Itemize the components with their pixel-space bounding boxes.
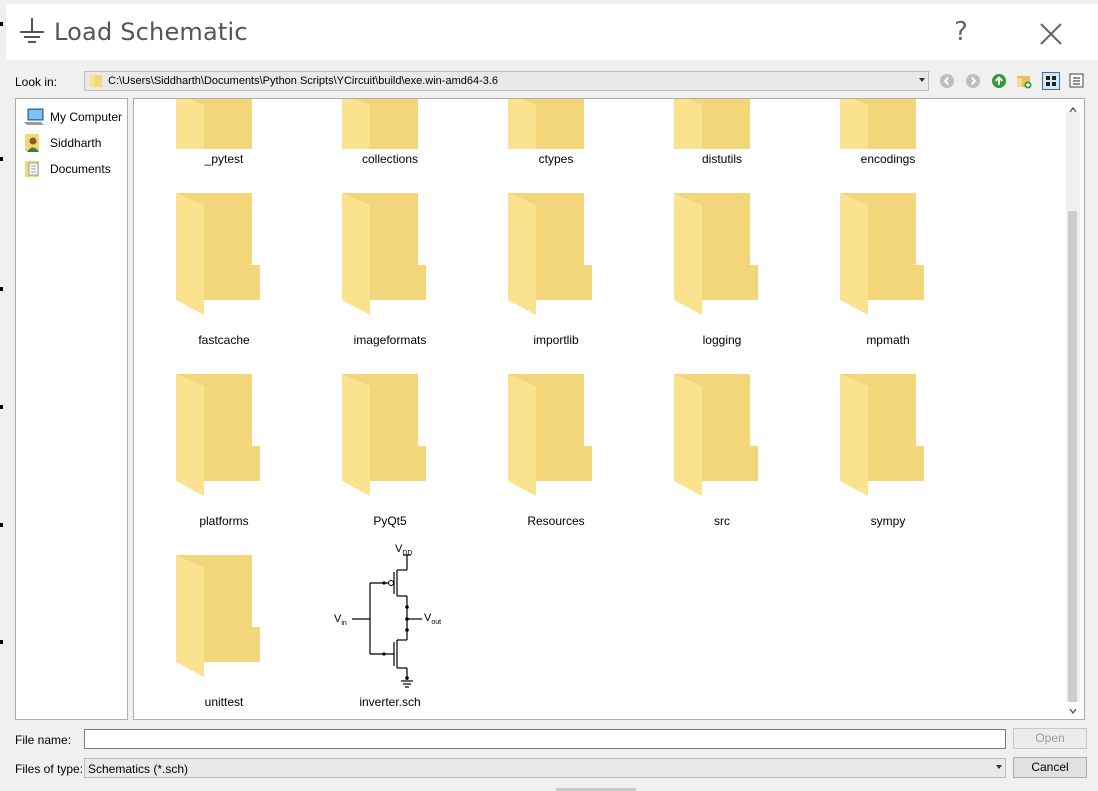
list-item[interactable]: Resources (476, 361, 636, 531)
file-name: _pytest (204, 152, 244, 166)
sidebar-item-documents[interactable]: Documents (23, 159, 127, 179)
folder-icon (176, 99, 252, 149)
file-name: collections (361, 152, 419, 166)
list-item[interactable]: distutils (642, 99, 802, 169)
edge-artifact (0, 523, 3, 527)
list-item[interactable]: VDD Vout Vin inverter.sch (310, 542, 470, 712)
computer-icon (24, 108, 44, 125)
list-item[interactable]: sympy (808, 361, 968, 531)
list-item[interactable]: imageformats (310, 180, 470, 350)
file-name: mpmath (866, 333, 910, 347)
file-name: logging (702, 333, 742, 347)
file-name: ctypes (538, 152, 574, 166)
list-item[interactable]: PyQt5 (310, 361, 470, 531)
chevron-down-icon (996, 765, 1002, 769)
look-in-combo[interactable]: C:\Users\Siddharth\Documents\Python Scri… (84, 71, 929, 91)
file-name-label: File name: (15, 733, 72, 747)
inverter-schematic-icon: VDD Vout Vin (334, 543, 441, 688)
folder-icon (342, 99, 418, 149)
scroll-down-icon[interactable] (1066, 705, 1080, 717)
folder-icon (176, 555, 260, 677)
file-type-combo[interactable]: Schematics (*.sch) (84, 758, 1006, 778)
file-name: sympy (870, 514, 906, 528)
scrollbar-thumb[interactable] (1068, 211, 1077, 702)
list-item[interactable]: ctypes (476, 99, 636, 169)
file-name: encodings (860, 152, 916, 166)
file-type-value: Schematics (*.sch) (88, 762, 189, 776)
file-name: src (714, 514, 730, 528)
folder-icon (674, 193, 758, 315)
list-item[interactable]: logging (642, 180, 802, 350)
folder-icon (176, 374, 260, 496)
list-item[interactable]: encodings (808, 99, 968, 169)
file-list[interactable]: _pytest collections ctypes distutils enc… (133, 98, 1085, 720)
edge-artifact (0, 405, 3, 409)
edge-artifact (0, 157, 3, 161)
look-in-path: C:\Users\Siddharth\Documents\Python Scri… (108, 75, 499, 87)
sidebar-item-label: Documents (50, 162, 111, 176)
edge-artifact (0, 640, 3, 644)
list-item[interactable]: fastcache (144, 180, 304, 350)
user-icon (25, 134, 39, 152)
file-name: imageformats (353, 333, 427, 347)
vin-label: Vin (334, 613, 347, 627)
folder-icon (508, 374, 592, 496)
file-type-label: Files of type: (15, 762, 84, 776)
sidebar-item-siddharth[interactable]: Siddharth (23, 133, 127, 153)
file-name: inverter.sch (359, 695, 421, 709)
list-item[interactable]: src (642, 361, 802, 531)
vout-label: Vout (424, 612, 441, 626)
look-in-label: Look in: (15, 75, 58, 89)
folder-icon (342, 193, 426, 315)
open-button[interactable]: Open (1013, 728, 1087, 749)
file-name: distutils (701, 152, 742, 166)
file-name: platforms (199, 514, 249, 528)
parent-directory-icon[interactable] (991, 73, 1007, 89)
file-name: unittest (204, 695, 244, 709)
list-item[interactable]: platforms (144, 361, 304, 531)
folder-icon (508, 99, 584, 149)
file-name-input[interactable] (84, 729, 1006, 749)
file-name: fastcache (198, 333, 250, 347)
folder-icon (90, 75, 102, 87)
title-bar: Load Schematic ? (6, 4, 1098, 60)
edge-artifact (0, 22, 3, 26)
sidebar-item-my-computer[interactable]: My Computer (23, 107, 127, 127)
sidebar-item-label: My Computer (50, 110, 123, 124)
documents-icon (25, 161, 39, 177)
folder-icon (840, 374, 924, 496)
ground-icon (20, 18, 44, 43)
forward-icon[interactable] (965, 73, 981, 89)
list-item[interactable]: importlib (476, 180, 636, 350)
new-folder-icon[interactable] (1016, 73, 1032, 89)
cancel-button[interactable]: Cancel (1013, 757, 1087, 778)
folder-icon (342, 374, 426, 496)
edge-artifact (0, 287, 3, 291)
file-name: Resources (527, 514, 585, 528)
folder-icon (674, 374, 758, 496)
list-item[interactable]: unittest (144, 542, 304, 712)
close-icon[interactable] (1034, 14, 1068, 54)
file-name: PyQt5 (373, 514, 407, 528)
places-sidebar: My Computer Siddharth Documents (15, 98, 128, 720)
folder-icon (508, 193, 592, 315)
file-name: importlib (533, 333, 579, 347)
list-item[interactable]: _pytest (144, 99, 304, 169)
back-icon[interactable] (939, 73, 955, 89)
sidebar-item-label: Siddharth (50, 136, 102, 150)
help-button[interactable]: ? (944, 12, 978, 52)
folder-icon (674, 99, 750, 149)
list-item[interactable]: mpmath (808, 180, 968, 350)
list-view-icon[interactable] (1042, 72, 1060, 90)
folder-icon (176, 193, 260, 315)
detail-view-icon[interactable] (1068, 72, 1086, 90)
chevron-down-icon (919, 78, 925, 82)
list-item[interactable]: collections (310, 99, 470, 169)
folder-icon (840, 99, 916, 149)
window-title: Load Schematic (54, 18, 248, 46)
folder-icon (840, 193, 924, 315)
